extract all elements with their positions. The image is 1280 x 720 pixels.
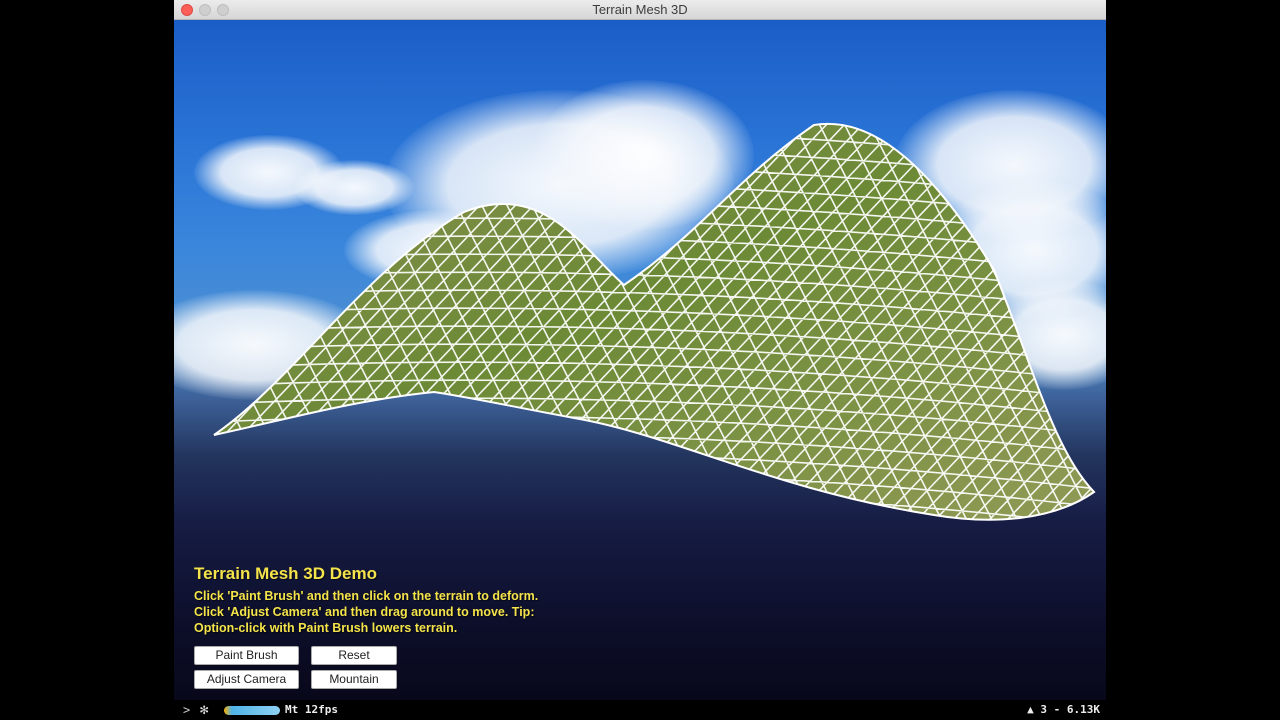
mesh-stats-readout: ▲ 3 - 6.13K xyxy=(1027,703,1100,716)
minimize-window-button[interactable] xyxy=(199,4,211,16)
demo-title: Terrain Mesh 3D Demo xyxy=(194,564,377,583)
performance-meter xyxy=(224,706,280,715)
window-title: Terrain Mesh 3D xyxy=(592,2,688,17)
demo-overlay: Terrain Mesh 3D Demo Click 'Paint Brush'… xyxy=(194,564,564,636)
expand-arrow-icon[interactable]: > xyxy=(183,703,190,717)
demo-instructions: Click 'Paint Brush' and then click on th… xyxy=(194,589,539,635)
close-window-button[interactable] xyxy=(181,4,193,16)
mountain-button[interactable]: Mountain xyxy=(311,670,397,689)
3d-viewport[interactable]: Terrain Mesh 3D Demo Click 'Paint Brush'… xyxy=(174,20,1106,700)
adjust-camera-button[interactable]: Adjust Camera xyxy=(194,670,299,689)
app-window: Terrain Mesh 3D Terrain Mesh 3D Demo Cli… xyxy=(174,0,1106,720)
gear-icon[interactable]: ✻ xyxy=(200,702,208,718)
reset-button[interactable]: Reset xyxy=(311,646,397,665)
fps-readout: Mt 12fps xyxy=(285,703,338,716)
title-bar[interactable]: Terrain Mesh 3D xyxy=(174,0,1106,20)
paint-brush-button[interactable]: Paint Brush xyxy=(194,646,299,665)
status-bar: > ✻ Mt 12fps ▲ 3 - 6.13K xyxy=(174,700,1106,720)
zoom-window-button[interactable] xyxy=(217,4,229,16)
